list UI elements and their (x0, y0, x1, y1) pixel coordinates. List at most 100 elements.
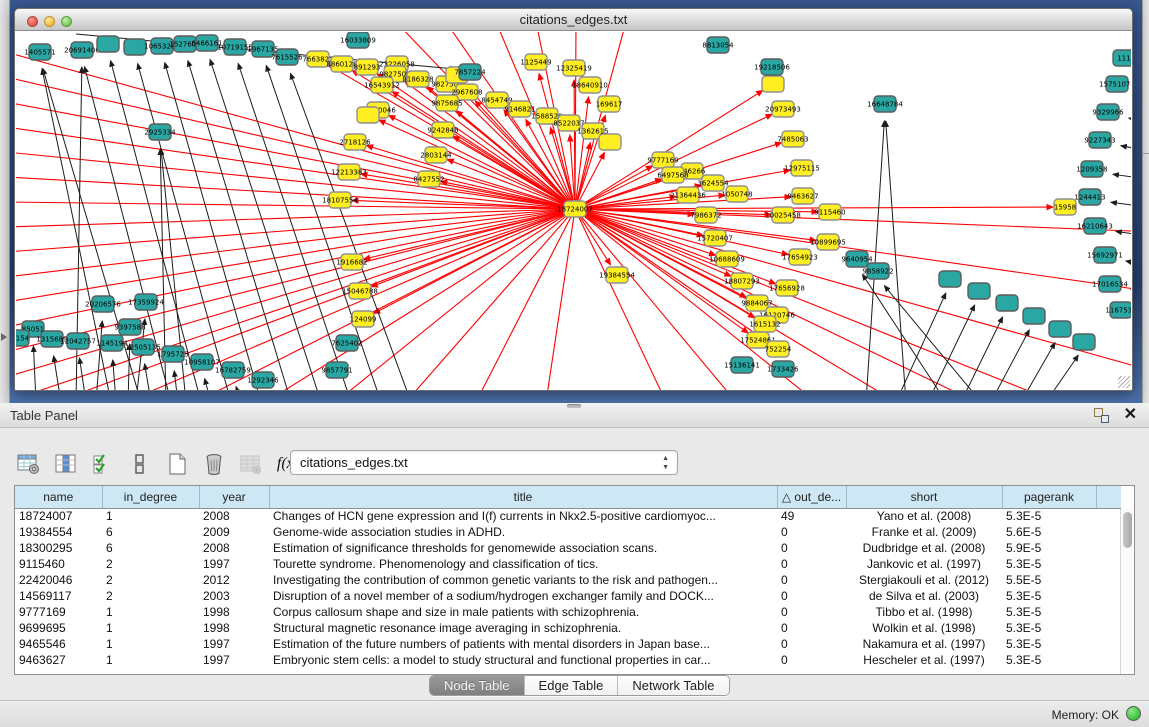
graph-node-9858922[interactable]: 9858922 (862, 263, 893, 279)
graph-node-891293[interactable]: 891293 (354, 59, 381, 75)
graph-node-8186328[interactable]: 8186328 (402, 71, 433, 87)
graph-node-9397588[interactable]: 9397588 (114, 319, 145, 335)
graph-node-7615526[interactable]: 7615526 (271, 49, 303, 65)
graph-node-17359924[interactable]: 17359924 (128, 294, 164, 310)
graph-node-15692971[interactable]: 15692971 (1087, 247, 1123, 263)
table-settings-icon[interactable] (14, 451, 44, 477)
graph-node-15136141[interactable]: 15136141 (724, 357, 760, 373)
graph-node-1292346[interactable]: 1292346 (247, 372, 279, 388)
tab-node-table[interactable]: Node Table (430, 676, 525, 695)
table-selector-dropdown[interactable]: citations_edges.txt ▲▼ (290, 450, 678, 475)
graph-node-1145194[interactable]: 1145194 (96, 335, 128, 351)
graph-node-16210643[interactable]: 16210643 (1077, 218, 1113, 234)
graph-node-39154[interactable]: 39154 (16, 330, 30, 346)
graph-edge[interactable] (441, 181, 566, 207)
table-row[interactable]: 946362711997Embryonic stem cells: a mode… (15, 652, 1121, 668)
column-header-in_degree[interactable]: in_degree (102, 486, 199, 508)
graph-edge[interactable] (188, 61, 291, 390)
graph-node-15720407[interactable]: 15720407 (697, 230, 733, 246)
graph-node-7485063[interactable]: 7485063 (777, 131, 808, 147)
graph-node-9875685[interactable]: 9875685 (431, 95, 462, 111)
import-table-icon[interactable] (236, 451, 266, 477)
float-panel-icon[interactable] (1094, 408, 1109, 423)
graph-node[interactable] (124, 39, 146, 55)
graph-node-17016534[interactable]: 17016534 (1092, 276, 1128, 292)
panel-splitter-handle[interactable] (567, 404, 581, 408)
table-scrollbar-thumb[interactable] (1123, 512, 1132, 548)
graph-node-19218506[interactable]: 19218506 (754, 59, 790, 75)
show-columns-icon[interactable] (51, 451, 81, 477)
graph-node-2925334[interactable]: 2925334 (144, 124, 176, 140)
graph-node-9329966[interactable]: 9329966 (1092, 104, 1124, 120)
graph-edge[interactable] (406, 209, 575, 390)
graph-edge[interactable] (79, 358, 86, 390)
graph-edge[interactable] (16, 209, 575, 227)
graph-node-7625402[interactable]: 7625402 (331, 335, 362, 351)
graph-edge[interactable] (205, 379, 211, 390)
graph-node[interactable] (599, 134, 621, 150)
graph-node-2718126[interactable]: 2718126 (339, 134, 371, 150)
tab-network-table[interactable]: Network Table (618, 676, 728, 695)
graph-node-9227343[interactable]: 9227343 (1084, 132, 1115, 148)
left-splitter[interactable] (0, 0, 10, 403)
graph-node-10025458[interactable]: 10025458 (765, 207, 801, 223)
graph-node[interactable] (357, 107, 379, 123)
graph-node[interactable] (939, 271, 961, 287)
graph-node-18640910[interactable]: 18640910 (572, 77, 608, 93)
graph-edge[interactable] (165, 63, 261, 390)
column-narrow-icon[interactable] (125, 451, 155, 477)
graph-edge[interactable] (16, 52, 575, 209)
graph-node-1125449[interactable]: 1125449 (520, 54, 551, 70)
graph-node-124099[interactable]: 124099 (350, 311, 377, 327)
table-row[interactable]: 1938455462009Genome-wide association stu… (15, 524, 1121, 540)
graph-edge[interactable] (1126, 261, 1131, 267)
graph-edge[interactable] (576, 97, 588, 200)
graph-edge[interactable] (1021, 343, 1055, 390)
graph-node-1916682[interactable]: 1916682 (336, 254, 367, 270)
citation-network-graph[interactable]: 1872400776638228860128891293232260589827… (16, 32, 1131, 390)
column-header-title[interactable]: title (269, 486, 777, 508)
graph-node-9857791[interactable]: 9857791 (321, 362, 352, 378)
graph-node-17656928[interactable]: 17656928 (769, 280, 805, 296)
column-header-short[interactable]: short (846, 486, 1002, 508)
graph-edge[interactable] (575, 209, 1131, 372)
graph-node-7857224[interactable]: 7857224 (454, 64, 486, 80)
graph-node[interactable] (996, 295, 1018, 311)
graph-node-8427552[interactable]: 8427552 (413, 171, 444, 187)
graph-edge[interactable] (236, 387, 241, 390)
graph-node[interactable] (1023, 308, 1045, 324)
graph-node-15958[interactable]: 15958 (1054, 199, 1076, 215)
graph-node-9777169[interactable]: 9777169 (647, 152, 678, 168)
delete-icon[interactable] (199, 451, 229, 477)
column-header-pagerank[interactable]: pagerank (1002, 486, 1096, 508)
tab-edge-table[interactable]: Edge Table (525, 676, 619, 695)
column-header-out_de[interactable]: △ out_de... (777, 486, 846, 508)
table-row[interactable]: 2242004622012Investigating the contribut… (15, 572, 1121, 588)
graph-node-12975115[interactable]: 12975115 (784, 160, 820, 176)
graph-node-1615132[interactable]: 1615132 (749, 316, 780, 332)
graph-node-9463627[interactable]: 9463627 (787, 188, 818, 204)
network-canvas[interactable]: 1872400776638228860128891293232260589827… (16, 32, 1131, 390)
graph-node-21364436[interactable]: 21364436 (670, 187, 706, 203)
table-row[interactable]: 946554611997Estimation of the future num… (15, 636, 1121, 652)
graph-node-1733426[interactable]: 1733426 (767, 361, 799, 377)
network-window-titlebar[interactable]: citations_edges.txt (15, 9, 1132, 31)
graph-node-16033809[interactable]: 16033809 (340, 32, 376, 48)
collapse-left-panel-icon[interactable] (1, 333, 7, 341)
graph-edge[interactable] (336, 209, 575, 390)
graph-node-169617[interactable]: 169617 (596, 96, 623, 112)
graph-edge[interactable] (1113, 174, 1131, 180)
graph-node-19384554[interactable]: 19384554 (599, 267, 635, 283)
close-panel-icon[interactable]: ✕ (1124, 406, 1137, 424)
graph-node[interactable] (1049, 321, 1071, 337)
window-resize-grip[interactable] (1118, 376, 1130, 388)
graph-node-9242848[interactable]: 9242848 (427, 122, 458, 138)
table-row[interactable]: 1456911722003Disruption of a novel membe… (15, 588, 1121, 604)
graph-node-9115460[interactable]: 9115460 (814, 204, 845, 220)
graph-edge[interactable] (1121, 146, 1131, 152)
graph-edge[interactable] (961, 317, 1003, 390)
memory-status-icon[interactable] (1126, 706, 1141, 721)
graph-node-16648784[interactable]: 16648784 (867, 96, 903, 112)
table-row[interactable]: 911546021997Tourette syndrome. Phenomeno… (15, 556, 1121, 572)
table-row[interactable]: 1872400712008Changes of HCN gene express… (15, 508, 1121, 524)
